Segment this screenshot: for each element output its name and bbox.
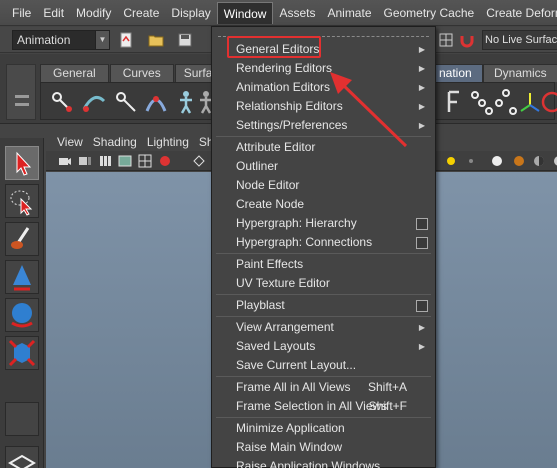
annotation-arrow-icon	[330, 72, 408, 148]
